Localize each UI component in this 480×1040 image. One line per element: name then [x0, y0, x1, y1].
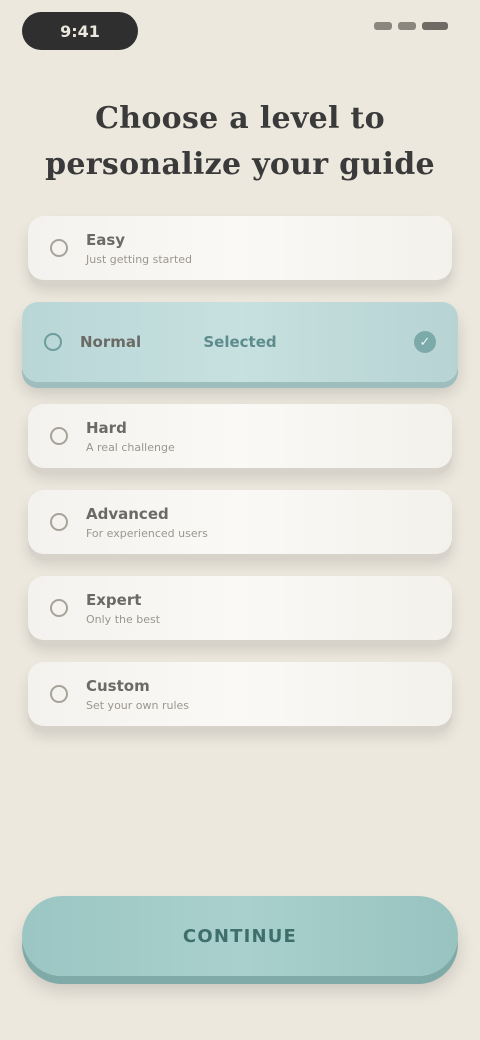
page-title-line-2: personalize your guide	[45, 147, 435, 182]
option-label: Custom	[86, 676, 150, 695]
option-sub: For experienced users	[86, 526, 208, 540]
radio-icon	[50, 685, 68, 703]
radio-icon	[50, 513, 68, 531]
status-icons	[374, 22, 448, 30]
status-time: 9:41	[60, 21, 100, 41]
signal-icon	[374, 22, 392, 30]
option-text: Advanced For experienced users	[86, 505, 208, 540]
option-label: Expert	[86, 590, 142, 609]
selected-note: Selected	[203, 333, 277, 351]
option-label: Normal	[80, 333, 142, 351]
level-option-easy[interactable]: Easy Just getting started	[28, 216, 452, 280]
page-title: Choose a level to personalize your guide	[40, 96, 440, 188]
option-label: Advanced	[86, 504, 169, 523]
option-text: Easy Just getting started	[86, 231, 192, 266]
option-label: Hard	[86, 418, 127, 437]
option-text: Custom Set your own rules	[86, 677, 189, 712]
status-time-pill: 9:41	[22, 12, 138, 50]
radio-icon	[50, 599, 68, 617]
page-title-line-1: Choose a level to	[95, 101, 385, 136]
continue-button[interactable]: CONTINUE	[22, 896, 458, 976]
radio-icon	[50, 239, 68, 257]
option-sub: Set your own rules	[86, 698, 190, 712]
option-text: Normal	[80, 333, 141, 351]
level-option-advanced[interactable]: Advanced For experienced users	[28, 490, 452, 554]
option-sub: Only the best	[86, 612, 161, 626]
wifi-icon	[398, 22, 416, 30]
level-option-hard[interactable]: Hard A real challenge	[28, 404, 452, 468]
option-sub: Just getting started	[86, 252, 193, 266]
level-options-list: Easy Just getting started Normal Selecte…	[22, 216, 458, 726]
battery-icon	[422, 22, 448, 30]
status-bar: 9:41	[0, 0, 480, 64]
level-option-normal[interactable]: Normal Selected ✓	[22, 302, 458, 382]
radio-icon	[50, 427, 68, 445]
level-option-expert[interactable]: Expert Only the best	[28, 576, 452, 640]
option-sub: A real challenge	[86, 440, 175, 454]
check-icon: ✓	[414, 331, 436, 353]
option-text: Expert Only the best	[86, 591, 160, 626]
option-label: Easy	[86, 230, 126, 249]
level-option-custom[interactable]: Custom Set your own rules	[28, 662, 452, 726]
radio-icon	[44, 333, 62, 351]
option-text: Hard A real challenge	[86, 419, 175, 454]
